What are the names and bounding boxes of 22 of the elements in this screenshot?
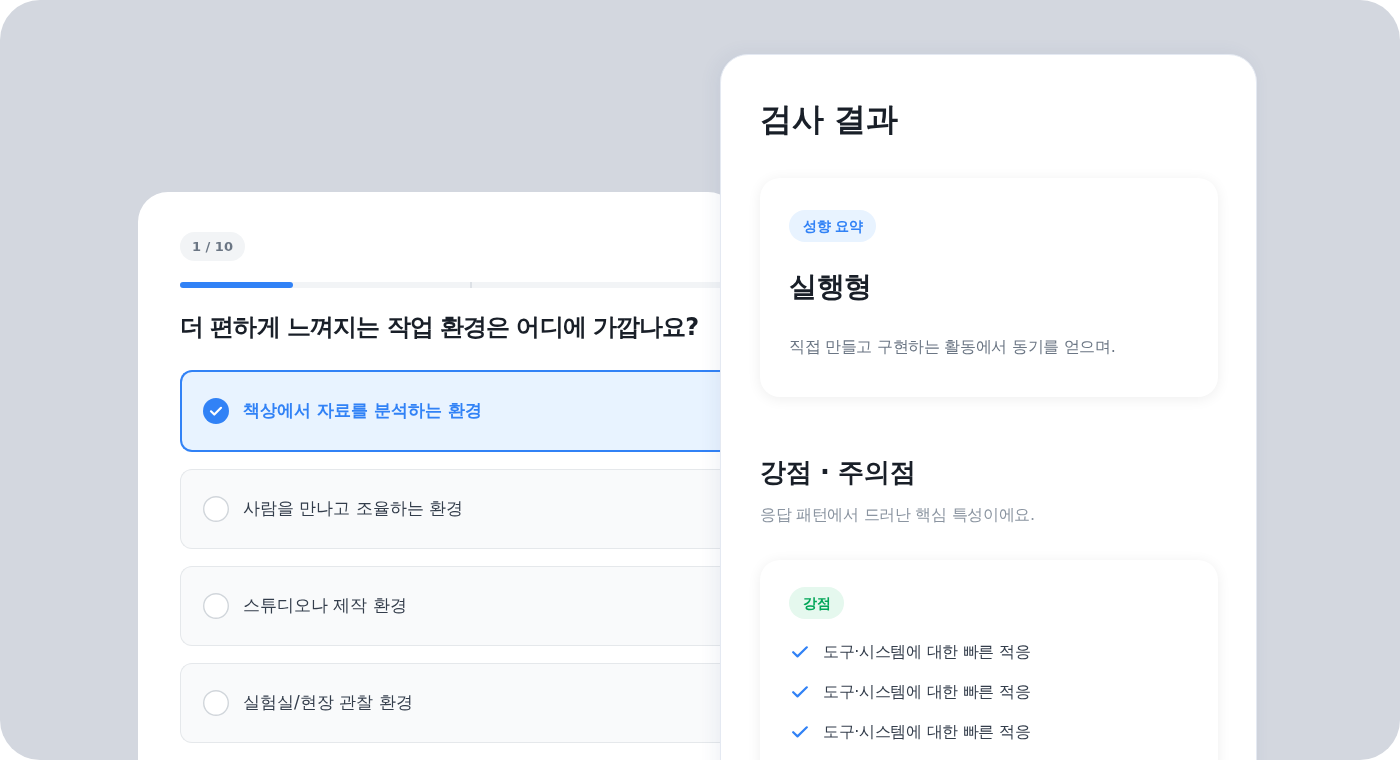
check-icon: [792, 645, 808, 658]
strength-item: 도구·시스템에 대한 빠른 적응: [823, 640, 1031, 663]
answer-option[interactable]: 실험실/현장 관찰 환경: [180, 663, 720, 744]
progress-counter: 1 / 10: [180, 232, 245, 261]
radio-checked-icon: [203, 398, 229, 425]
check-icon: [792, 685, 808, 698]
panel-title: 검사 결과: [760, 99, 899, 140]
type-description: 직접 만들고 구현하는 활동에서 동기를 얻으며.: [789, 336, 1117, 358]
strength-item: 도구·시스템에 대한 빠른 적응: [823, 720, 1031, 743]
radio-circle-icon: [203, 496, 229, 523]
type-name: 실행형: [789, 268, 874, 305]
strengths-tag: 강점: [789, 586, 845, 619]
answer-option[interactable]: 스튜디오나 제작 환경: [180, 566, 720, 647]
section-title: 강점 · 주의점: [760, 456, 917, 489]
radio-circle-icon: [203, 593, 229, 620]
section-subtitle: 응답 패턴에서 드러난 핵심 특성이에요.: [760, 503, 1036, 526]
check-icon: [792, 725, 808, 738]
answer-option[interactable]: 사람을 만나고 조율하는 환경: [180, 469, 720, 550]
strength-item: 도구·시스템에 대한 빠른 적응: [823, 680, 1031, 703]
summary-tag: 성향 요약: [789, 209, 877, 242]
question-text: 더 편하게 느껴지는 작업 환경은 어디에 가깝나요?: [180, 312, 700, 343]
radio-circle-icon: [203, 690, 229, 717]
